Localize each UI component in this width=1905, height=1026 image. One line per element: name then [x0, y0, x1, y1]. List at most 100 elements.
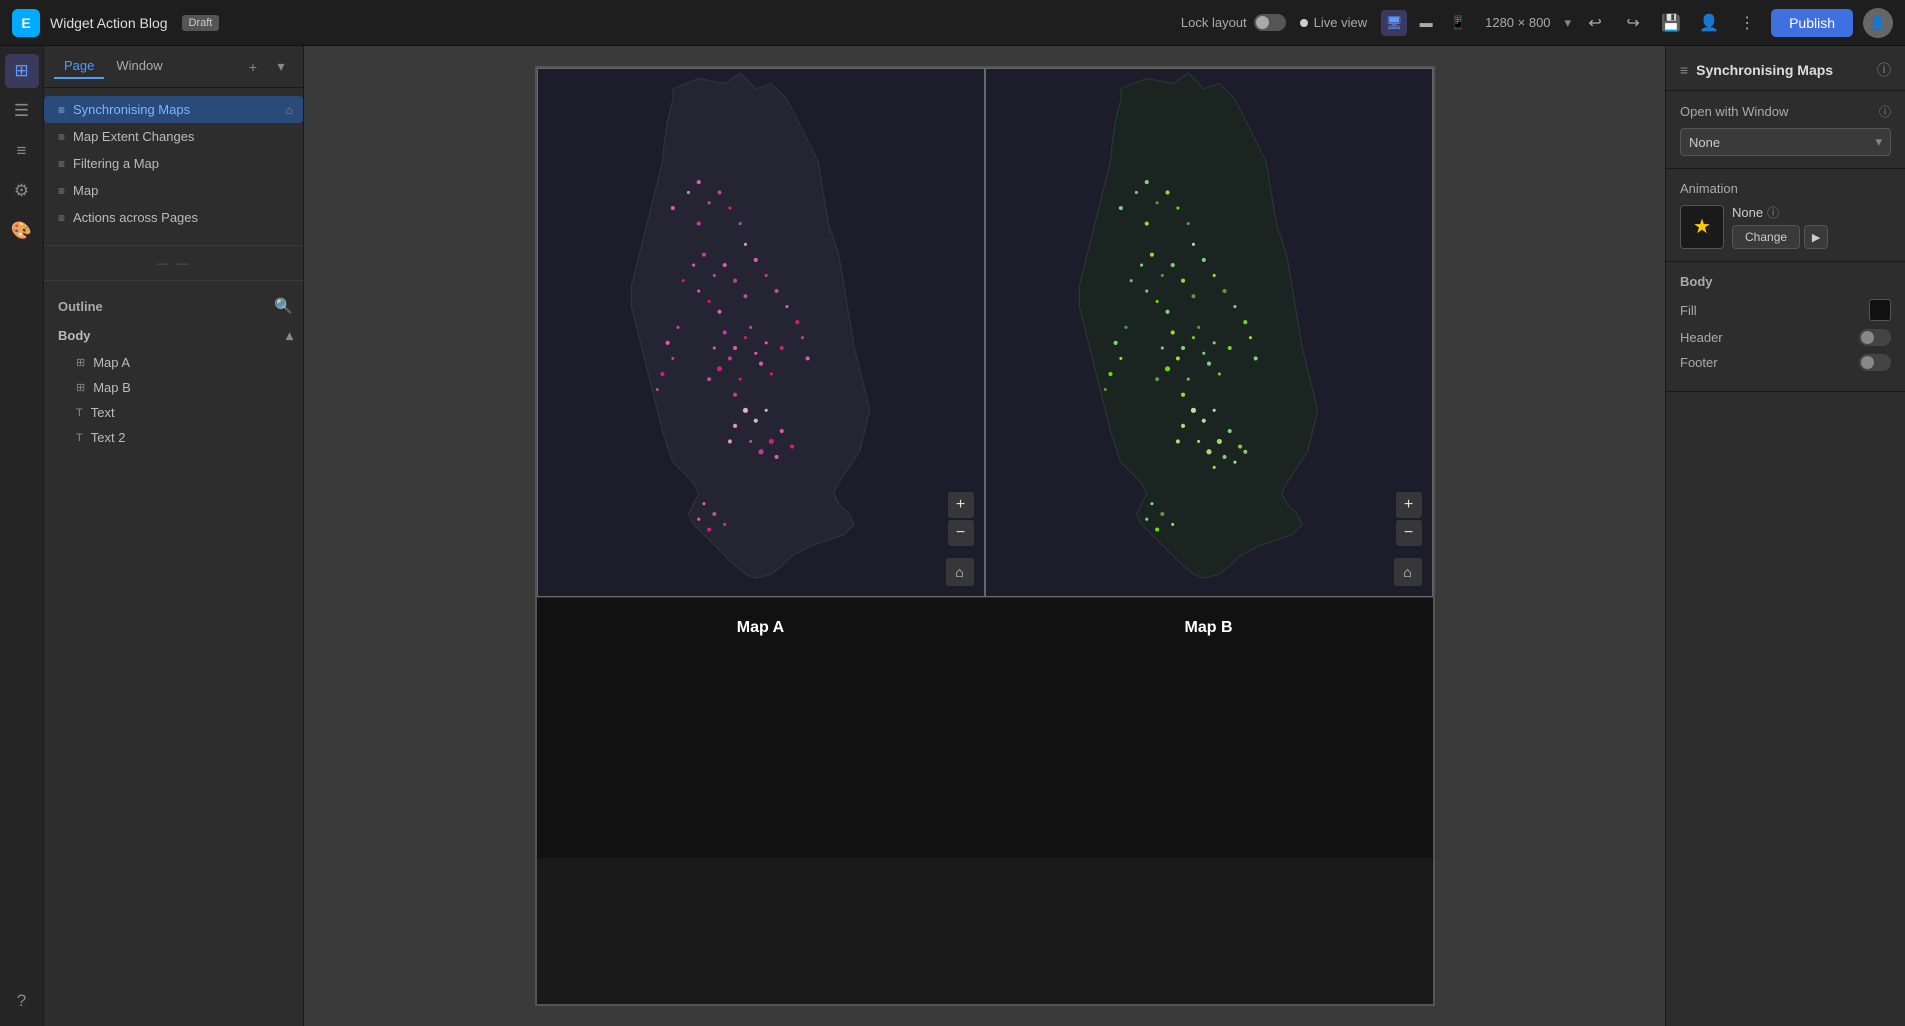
open-with-window-select[interactable]: None ▾ [1680, 128, 1891, 156]
page-item-filtering[interactable]: ≡ Filtering a Map [44, 150, 303, 177]
outline-item-label-0: Map A [93, 355, 130, 370]
outline-body-label: Body [58, 328, 91, 343]
app-title: Widget Action Blog [50, 15, 168, 31]
map-b-controls: + − [1396, 492, 1422, 546]
lock-layout[interactable]: Lock layout [1181, 14, 1286, 31]
page-icon-1: ≡ [58, 130, 65, 144]
map-a-controls: + − [948, 492, 974, 546]
page-item-synchronising-maps[interactable]: ≡ Synchronising Maps ⌂ [44, 96, 303, 123]
open-with-window-help[interactable]: ⓘ [1879, 103, 1891, 120]
user-button[interactable]: 👤 [1695, 9, 1723, 37]
mobile-icon[interactable]: 📱 [1445, 10, 1471, 36]
avatar[interactable]: 👤 [1863, 8, 1893, 38]
undo-button[interactable]: ↩ [1581, 9, 1609, 37]
save-button[interactable]: 💾 [1657, 9, 1685, 37]
drag-dots: — — [157, 256, 190, 270]
animation-preview: ★ None ⓘ Change ▶ [1680, 204, 1891, 249]
map-b-background: + − ⌂ [986, 69, 1432, 596]
page-icon-3: ≡ [58, 184, 65, 198]
right-panel-help-icon[interactable]: ⓘ [1877, 60, 1891, 80]
panel-divider [44, 245, 303, 246]
outline-item-text[interactable]: T Text [72, 400, 293, 425]
map-b-home-btn[interactable]: ⌂ [1394, 558, 1422, 586]
text2-icon: T [76, 432, 83, 444]
outline-item-label-1: Map B [93, 380, 131, 395]
open-with-window-value: None [1689, 135, 1720, 150]
lock-layout-toggle[interactable] [1254, 14, 1286, 31]
outline-header: Outline 🔍 [58, 297, 293, 321]
tab-page[interactable]: Page [54, 54, 104, 79]
animation-controls: Change ▶ [1732, 225, 1891, 249]
desktop-icon[interactable]: 🖥 [1381, 10, 1407, 36]
publish-button[interactable]: Publish [1771, 9, 1853, 37]
sidebar-widgets-icon[interactable]: ☰ [5, 94, 39, 128]
pages-menu-icon[interactable]: ▾ [269, 55, 293, 79]
outline-title: Outline [58, 299, 103, 314]
map-b-zoom-in[interactable]: + [1396, 492, 1422, 518]
sidebar-theme-icon[interactable]: 🎨 [5, 214, 39, 248]
pages-tabs: Page Window + ▾ [44, 46, 303, 88]
page-label-3: Map [73, 183, 98, 198]
map-a-background: + − ⌂ [538, 69, 984, 596]
page-icon-4: ≡ [58, 211, 65, 225]
pages-panel: Page Window + ▾ ≡ Synchronising Maps ⌂ ≡… [44, 46, 304, 1026]
pages-list: ≡ Synchronising Maps ⌂ ≡ Map Extent Chan… [44, 88, 303, 239]
canvas-lower[interactable] [537, 658, 1433, 858]
map-a-zoom-in[interactable]: + [948, 492, 974, 518]
body-section: Body Fill Header Footer [1666, 262, 1905, 392]
map-labels-row: Map A Map B [537, 598, 1433, 658]
outline-item-text2[interactable]: T Text 2 [72, 425, 293, 450]
footer-label: Footer [1680, 355, 1718, 370]
animation-change-btn[interactable]: Change [1732, 225, 1800, 249]
more-button[interactable]: ⋮ [1733, 9, 1761, 37]
add-page-icon[interactable]: + [241, 55, 265, 79]
page-icon-2: ≡ [58, 157, 65, 171]
map-a-home-btn[interactable]: ⌂ [946, 558, 974, 586]
footer-toggle[interactable] [1859, 354, 1891, 371]
animation-info: None ⓘ Change ▶ [1732, 204, 1891, 249]
sidebar-settings-icon[interactable]: ⚙ [5, 174, 39, 208]
map-b-zoom-out[interactable]: − [1396, 520, 1422, 546]
redo-button[interactable]: ↪ [1619, 9, 1647, 37]
map-b-svg [986, 69, 1432, 596]
page-item-map-extent[interactable]: ≡ Map Extent Changes [44, 123, 303, 150]
live-view[interactable]: Live view [1300, 15, 1367, 30]
outline-search-icon[interactable]: 🔍 [274, 297, 293, 315]
sidebar-pages-icon[interactable]: ⊞ [5, 54, 39, 88]
page-item-map[interactable]: ≡ Map [44, 177, 303, 204]
resolution-chevron[interactable]: ▾ [1565, 15, 1572, 31]
open-with-window-label: Open with Window [1680, 104, 1788, 119]
canvas-map-a[interactable]: + − ⌂ [537, 68, 985, 597]
map-a-zoom-out[interactable]: − [948, 520, 974, 546]
right-panel-title: Synchronising Maps [1696, 62, 1869, 78]
header-row: Header [1680, 329, 1891, 346]
animation-star-icon: ★ [1693, 214, 1711, 239]
sidebar-data-icon[interactable]: ≡ [5, 134, 39, 168]
outline-section: Outline 🔍 Body ▴ ⊞ Map A ⊞ Map B T Text [44, 287, 303, 450]
fill-row: Fill [1680, 299, 1891, 321]
canvas-area[interactable]: + − ⌂ [304, 46, 1665, 1026]
tablet-icon[interactable]: ▬ [1413, 10, 1439, 36]
tab-window[interactable]: Window [106, 54, 172, 79]
drag-handle[interactable]: — — [44, 252, 303, 274]
animation-value: None [1732, 205, 1763, 220]
page-label-1: Map Extent Changes [73, 129, 194, 144]
resolution-display[interactable]: 1280 × 800 [1485, 15, 1550, 30]
sidebar-help-icon[interactable]: ? [5, 984, 39, 1018]
header-label: Header [1680, 330, 1723, 345]
header-toggle[interactable] [1859, 329, 1891, 346]
outline-item-map-a[interactable]: ⊞ Map A [72, 350, 293, 375]
animation-info-icon[interactable]: ⓘ [1767, 204, 1779, 221]
outline-body[interactable]: Body ▴ [58, 321, 293, 350]
animation-section: Animation ★ None ⓘ Change ▶ [1666, 169, 1905, 262]
outline-items: ⊞ Map A ⊞ Map B T Text T Text 2 [58, 350, 293, 450]
icon-sidebar-bottom: ? [5, 984, 39, 1018]
page-item-actions-across[interactable]: ≡ Actions across Pages [44, 204, 303, 231]
canvas-map-b[interactable]: + − ⌂ [985, 68, 1433, 597]
body-section-title: Body [1680, 274, 1891, 289]
outline-item-map-b[interactable]: ⊞ Map B [72, 375, 293, 400]
fill-swatch[interactable] [1869, 299, 1891, 321]
outline-toggle-icon[interactable]: ▴ [286, 327, 293, 344]
page-label-2: Filtering a Map [73, 156, 159, 171]
animation-play-btn[interactable]: ▶ [1804, 225, 1828, 249]
